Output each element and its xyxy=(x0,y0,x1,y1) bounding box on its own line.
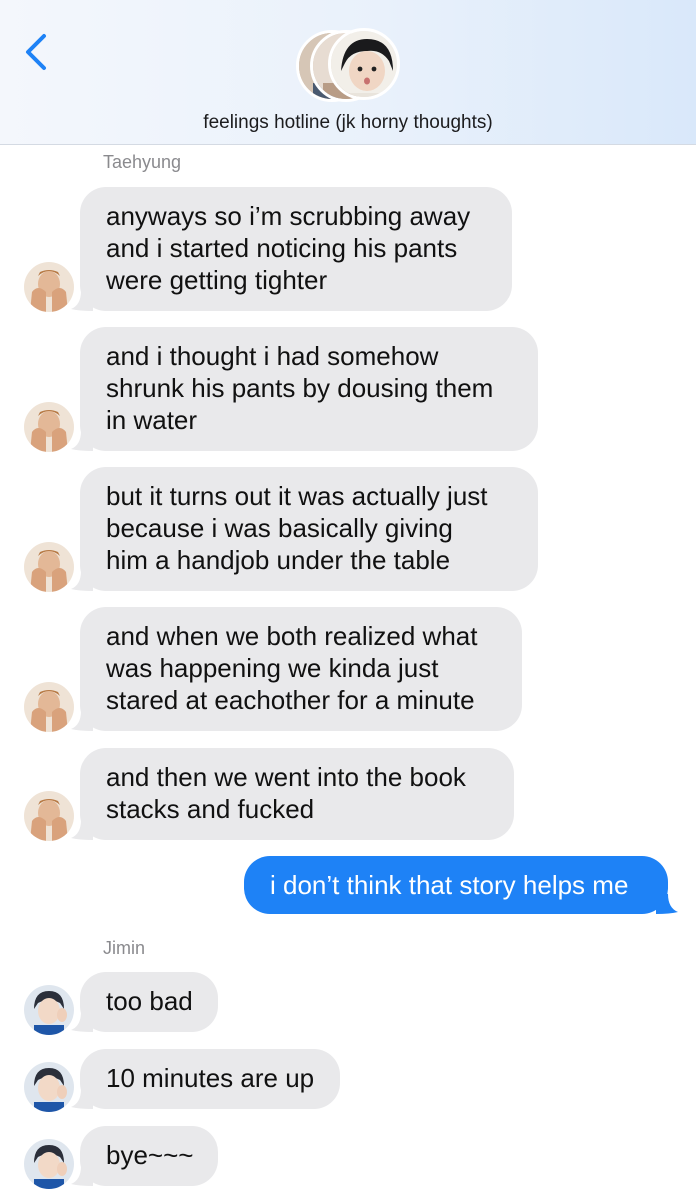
avatar-jimin[interactable] xyxy=(24,985,74,1035)
bubble-tail xyxy=(656,894,678,914)
bubble-tail xyxy=(71,820,93,840)
message-line: stared at eachother for a minute xyxy=(106,685,475,715)
message-line: but it turns out it was actually just xyxy=(106,481,488,511)
avatar-taehyung[interactable] xyxy=(24,682,74,732)
message-line: was happening we kinda just xyxy=(106,653,439,683)
message-bubble-received[interactable]: and when we both realized what was happe… xyxy=(80,607,522,731)
conversation-header: feelings hotline (jk horny thoughts) xyxy=(0,0,696,145)
message-line: 10 minutes are up xyxy=(106,1063,315,1093)
message-line: anyways so i’m scrubbing away xyxy=(106,201,471,231)
avatar-taehyung[interactable] xyxy=(24,542,74,592)
message-bubble-received[interactable]: 10 minutes are up xyxy=(80,1049,340,1109)
message-line: stacks and fucked xyxy=(106,794,315,824)
bubble-tail xyxy=(71,1089,93,1109)
chevron-left-icon[interactable] xyxy=(18,30,54,74)
group-avatar-stack[interactable] xyxy=(296,28,406,104)
bubble-tail xyxy=(71,1166,93,1186)
bubble-tail xyxy=(71,431,93,451)
message-line: and i started noticing his pants xyxy=(106,233,458,263)
sender-label-jimin: Jimin xyxy=(103,938,146,958)
message-bubble-received[interactable]: bye~~~ xyxy=(80,1126,218,1186)
message-line: i don’t think that story helps me xyxy=(270,870,629,900)
message-line: bye~~~ xyxy=(106,1140,194,1170)
message-bubble-sent[interactable]: i don’t think that story helps me xyxy=(244,856,668,914)
sender-label-taehyung: Taehyung xyxy=(103,152,182,172)
group-member-avatar xyxy=(328,28,400,100)
avatar-taehyung[interactable] xyxy=(24,402,74,452)
message-line: in water xyxy=(106,405,198,435)
avatar-jimin[interactable] xyxy=(24,1139,74,1189)
message-line: shrunk his pants by dousing them xyxy=(106,373,494,403)
bubble-tail xyxy=(71,291,93,311)
message-line: and when we both realized what xyxy=(106,621,478,651)
avatar-taehyung[interactable] xyxy=(24,262,74,312)
bubble-tail xyxy=(71,1012,93,1032)
avatar-taehyung[interactable] xyxy=(24,791,74,841)
message-line: him a handjob under the table xyxy=(106,545,451,575)
message-line: were getting tighter xyxy=(106,265,328,295)
bubble-tail xyxy=(71,711,93,731)
message-line: and i thought i had somehow xyxy=(106,341,439,371)
group-title[interactable]: feelings hotline (jk horny thoughts) xyxy=(0,112,696,134)
message-line: because i was basically giving xyxy=(106,513,453,543)
message-bubble-received[interactable]: too bad xyxy=(80,972,218,1032)
message-line: and then we went into the book xyxy=(106,762,466,792)
bubble-tail xyxy=(71,571,93,591)
message-bubble-received[interactable]: anyways so i’m scrubbing away and i star… xyxy=(80,187,512,311)
message-bubble-received[interactable]: but it turns out it was actually just be… xyxy=(80,467,538,591)
message-line: too bad xyxy=(106,986,193,1016)
avatar-jimin[interactable] xyxy=(24,1062,74,1112)
message-bubble-received[interactable]: and then we went into the book stacks an… xyxy=(80,748,514,840)
message-bubble-received[interactable]: and i thought i had somehow shrunk his p… xyxy=(80,327,538,451)
